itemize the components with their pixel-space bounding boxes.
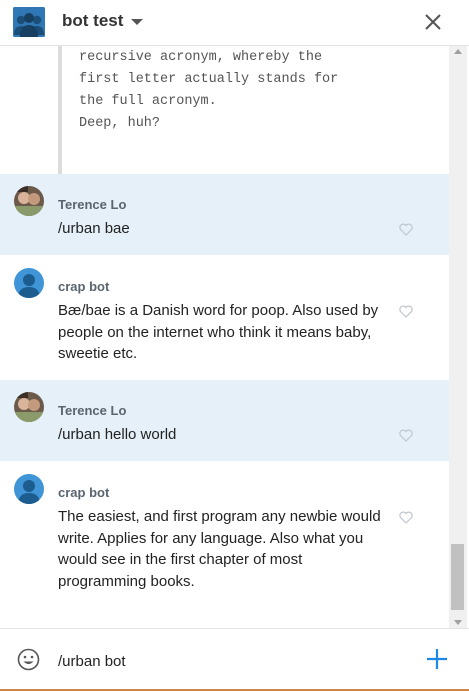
room-title-dropdown[interactable]: bot test [62,11,144,31]
caret-down-icon [131,19,144,25]
smiley-icon[interactable] [17,648,40,671]
message-item: crap bot Bæ/bae is a Danish word for poo… [0,255,449,380]
message-text: /urban bae [58,220,130,237]
user-avatar[interactable] [14,186,44,216]
message-item: crap bot The easiest, and first program … [0,461,449,628]
message-text: The easiest, and first program any newbi… [58,508,381,590]
message-author[interactable]: Terence Lo [58,403,126,418]
message-author[interactable]: Terence Lo [58,197,126,212]
message-item: Terence Lo /urban bae [0,174,449,255]
message-text: /urban hello world [58,426,177,443]
room-title: bot test [62,11,124,30]
blockquote: recursive acronym, whereby the first let… [58,46,438,174]
quote-line: the full acronym. [79,94,217,109]
message-item: Terence Lo /urban hello world [0,380,449,461]
message-input[interactable] [58,650,398,672]
heart-icon[interactable] [399,511,413,524]
scroll-up-icon[interactable] [454,49,462,54]
scrollbar-thumb[interactable] [451,544,464,610]
quote-line: Deep, huh? [79,116,161,131]
close-icon[interactable] [422,11,444,33]
chat-header: bot test [0,0,469,46]
message-text: Bæ/bae is a Danish word for poop. Also u… [58,302,379,362]
group-avatar-icon[interactable] [13,7,45,37]
bot-avatar[interactable] [14,268,44,298]
message-list[interactable]: recursive acronym, whereby the first let… [0,46,449,628]
user-avatar[interactable] [14,392,44,422]
message-author[interactable]: crap bot [58,485,109,500]
heart-icon[interactable] [399,429,413,442]
heart-icon[interactable] [399,305,413,318]
heart-icon[interactable] [399,223,413,236]
plus-icon[interactable] [425,647,449,671]
message-author[interactable]: crap bot [58,279,109,294]
quote-line: recursive acronym, whereby the [79,50,323,65]
composer [0,628,469,689]
scroll-down-icon[interactable] [454,620,462,625]
bot-avatar[interactable] [14,474,44,504]
scrollbar[interactable] [449,46,467,628]
quote-line: first letter actually stands for [79,72,339,87]
